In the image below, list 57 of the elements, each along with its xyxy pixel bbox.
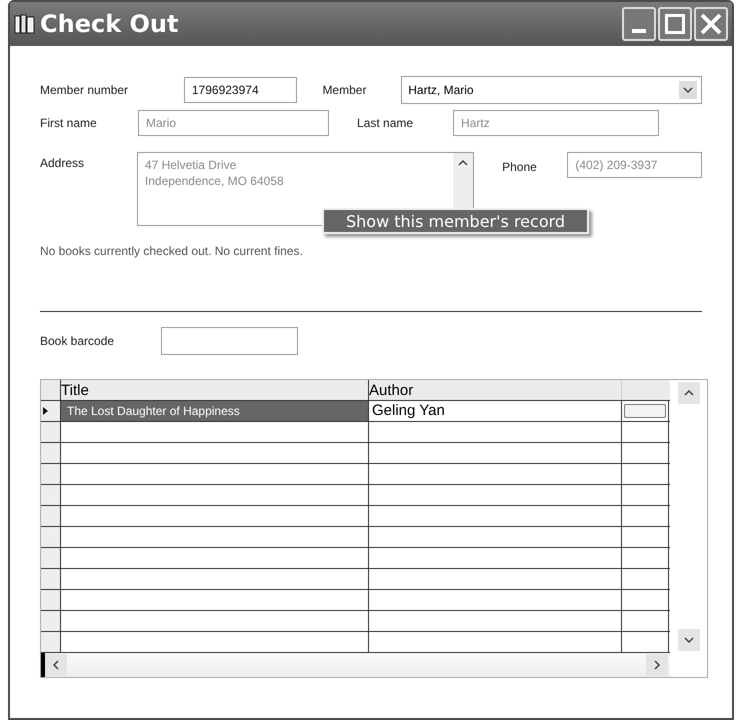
- input-field[interactable]: 1796923974: [184, 77, 298, 103]
- row-header[interactable]: [41, 527, 61, 547]
- column-header[interactable]: Title: [61, 380, 369, 400]
- maximize-button[interactable]: [658, 7, 692, 41]
- field-label: Address: [40, 155, 86, 172]
- empty-row[interactable]: [41, 590, 670, 611]
- field-label: Member: [322, 82, 368, 99]
- minimize-button[interactable]: [622, 7, 656, 41]
- row-header[interactable]: [41, 401, 61, 421]
- address-line: Independence, MO 64058: [144, 173, 285, 189]
- empty-row[interactable]: [41, 443, 670, 464]
- horizontal-scrollbar[interactable]: [41, 653, 670, 677]
- empty-row[interactable]: [41, 464, 670, 485]
- table-cell: The Lost Daughter of Happiness: [61, 401, 369, 421]
- empty-row[interactable]: [41, 611, 670, 632]
- chevron-down-icon: [679, 81, 697, 99]
- row-header[interactable]: [41, 611, 61, 631]
- row-pointer-icon: [41, 406, 49, 416]
- empty-row[interactable]: [41, 527, 670, 548]
- empty-row[interactable]: [41, 548, 670, 569]
- field-label: Member number: [40, 82, 130, 99]
- table-cell: Geling Yan: [369, 401, 622, 421]
- address-line: 47 Helvetia Drive: [144, 157, 238, 173]
- row-header[interactable]: [41, 464, 61, 484]
- row-header[interactable]: [41, 422, 61, 442]
- row-header[interactable]: [41, 548, 61, 568]
- row-header[interactable]: [41, 485, 61, 505]
- empty-row[interactable]: [41, 506, 670, 527]
- input-field[interactable]: [161, 327, 298, 355]
- row-header[interactable]: [41, 443, 61, 463]
- chevron-right-icon: [646, 654, 668, 676]
- status-text: No books currently checked out. No current fines.: [40, 243, 304, 260]
- close-icon: [700, 13, 722, 35]
- cell-button[interactable]: [624, 404, 666, 418]
- member-dropdown[interactable]: Hartz, Mario: [401, 76, 702, 104]
- books-icon: [14, 13, 36, 35]
- empty-row[interactable]: [41, 569, 670, 590]
- empty-row[interactable]: [41, 485, 670, 506]
- row-header[interactable]: [41, 569, 61, 589]
- chevron-left-icon: [45, 654, 67, 676]
- chevron-down-icon: [678, 629, 700, 651]
- minimize-icon: [632, 29, 646, 33]
- field-label: Book barcode: [40, 333, 116, 350]
- column-header[interactable]: Author: [369, 380, 622, 400]
- row-header[interactable]: [41, 632, 61, 652]
- maximize-icon: [665, 14, 685, 34]
- field-label: Last name: [357, 115, 414, 132]
- chevron-up-icon: [678, 382, 700, 404]
- window-title: Check Out: [40, 9, 178, 40]
- close-button[interactable]: [694, 7, 728, 41]
- row-header[interactable]: [41, 590, 61, 610]
- menu-item[interactable]: Show this member's record: [322, 208, 590, 234]
- empty-row[interactable]: [41, 422, 670, 443]
- row-header[interactable]: [41, 506, 61, 526]
- field-label: First name: [40, 115, 98, 132]
- table-row[interactable]: The Lost Daughter of Happiness Geling Yan: [41, 401, 670, 422]
- field-label: Phone: [502, 159, 538, 176]
